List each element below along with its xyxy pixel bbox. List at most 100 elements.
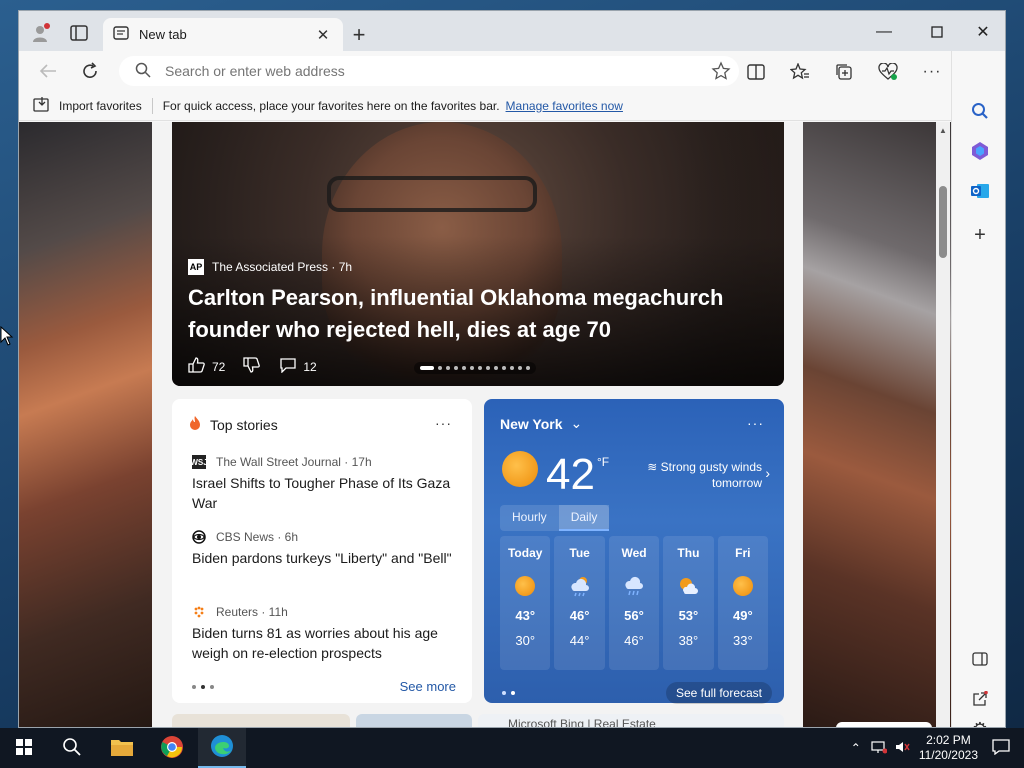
story-headline[interactable]: Biden turns 81 as worries about his age … — [192, 623, 462, 663]
day-name: Thu — [677, 546, 700, 560]
rain-icon — [622, 574, 646, 598]
carousel-dot[interactable] — [470, 366, 474, 370]
maximize-button[interactable] — [914, 17, 960, 47]
news-card-peek[interactable] — [356, 714, 472, 727]
refresh-icon[interactable] — [75, 57, 105, 85]
new-tab-button[interactable]: + — [347, 22, 371, 47]
weather-pager[interactable] — [502, 691, 515, 695]
show-hidden-icons-chevron-icon[interactable]: ⌃ — [851, 741, 861, 755]
new-tab-page-icon — [113, 26, 129, 43]
forecast-day[interactable]: Today 43° 30° — [500, 536, 551, 670]
day-name: Wed — [621, 546, 647, 560]
dislike-button[interactable] — [243, 356, 261, 377]
start-button[interactable] — [0, 728, 48, 768]
tab-hourly[interactable]: Hourly — [500, 505, 559, 531]
settings-more-icon[interactable]: ··· — [919, 59, 945, 85]
manage-favorites-link[interactable]: Manage favorites now — [506, 99, 623, 113]
low-temp: 46° — [624, 633, 644, 648]
scrollbar-thumb[interactable] — [939, 186, 947, 258]
chrome-taskbar-button[interactable] — [148, 728, 196, 768]
carousel-indicator[interactable] — [414, 362, 536, 374]
add-sidebar-app-icon[interactable]: + — [966, 221, 994, 249]
see-more-link[interactable]: See more — [400, 679, 456, 694]
wsj-logo-icon: WSJ — [190, 455, 208, 469]
carousel-dot[interactable] — [478, 366, 482, 370]
edge-taskbar-button[interactable] — [198, 728, 246, 768]
favorites-icon[interactable] — [787, 59, 813, 85]
carousel-dot[interactable] — [494, 366, 498, 370]
search-icon[interactable] — [966, 97, 994, 125]
carousel-dot[interactable] — [502, 366, 506, 370]
tab-new-tab[interactable]: New tab ✕ — [103, 18, 343, 51]
weather-location-dropdown[interactable]: New York ⌄ — [500, 415, 582, 432]
address-input[interactable] — [165, 63, 685, 79]
close-window-button[interactable]: ✕ — [960, 17, 1005, 47]
pager-dot[interactable] — [201, 684, 205, 689]
address-bar[interactable] — [119, 56, 739, 86]
carousel-dot[interactable] — [486, 366, 490, 370]
story-headline[interactable]: Biden pardons turkeys "Liberty" and "Bel… — [192, 548, 462, 568]
story-pager[interactable] — [192, 684, 214, 689]
tab-daily[interactable]: Daily — [558, 505, 610, 531]
like-button[interactable]: 72 — [188, 356, 225, 377]
minimize-button[interactable]: — — [861, 17, 907, 47]
pager-dot[interactable] — [192, 684, 196, 689]
close-tab-icon[interactable]: ✕ — [313, 26, 333, 44]
file-explorer-button[interactable] — [98, 728, 146, 768]
high-temp: 56° — [624, 608, 644, 623]
carousel-dot[interactable] — [454, 366, 458, 370]
volume-muted-icon[interactable] — [895, 740, 911, 757]
microsoft-365-icon[interactable] — [966, 137, 994, 165]
carousel-dot[interactable] — [420, 366, 434, 370]
add-favorite-star-icon[interactable] — [711, 61, 731, 84]
notifications-icon[interactable] — [992, 738, 1010, 758]
pager-dot[interactable] — [502, 691, 506, 695]
background-mountain-right — [803, 122, 951, 727]
temperature-unit[interactable]: °F — [597, 455, 609, 469]
comments-button[interactable]: 12 — [279, 357, 317, 376]
real-estate-card-peek[interactable]: Microsoft Bing | Real Estate — [478, 714, 784, 727]
forecast-day[interactable]: Fri 49° 33° — [717, 536, 769, 670]
tab-actions-icon[interactable] — [65, 19, 93, 47]
hero-story-card[interactable]: AP The Associated Press · 7h Carlton Pea… — [172, 122, 784, 386]
edge-sidebar: + ⚙ — [951, 51, 1005, 727]
story-item[interactable]: CBS News · 6h Biden pardons turkeys "Lib… — [192, 530, 462, 568]
forecast-day[interactable]: Tue 46° 44° — [554, 536, 605, 670]
carousel-dot[interactable] — [446, 366, 450, 370]
see-full-forecast-button[interactable]: See full forecast — [665, 682, 772, 704]
hide-sidebar-icon[interactable] — [966, 645, 994, 673]
pager-dot[interactable] — [511, 691, 515, 695]
outlook-icon[interactable] — [966, 177, 994, 205]
carousel-dot[interactable] — [518, 366, 522, 370]
chevron-right-icon[interactable]: › — [765, 465, 770, 481]
forecast-day[interactable]: Wed 56° 46° — [608, 536, 660, 670]
open-external-icon[interactable] — [966, 685, 994, 713]
browser-essentials-icon[interactable] — [875, 59, 901, 85]
forecast-day[interactable]: Thu 53° 38° — [663, 536, 714, 670]
network-icon[interactable] — [871, 740, 888, 757]
weather-more-icon[interactable]: ··· — [747, 415, 764, 431]
carousel-dot[interactable] — [438, 366, 442, 370]
story-item[interactable]: Reuters · 11h Biden turns 81 as worries … — [192, 605, 462, 663]
import-favorites-button[interactable]: Import favorites — [33, 96, 142, 115]
scroll-up-arrow-icon[interactable]: ▲ — [939, 126, 947, 135]
carousel-dot[interactable] — [462, 366, 466, 370]
taskbar-search-button[interactable] — [48, 728, 96, 768]
story-item[interactable]: WSJ The Wall Street Journal · 17h Israel… — [190, 455, 462, 513]
pager-dot[interactable] — [210, 684, 214, 689]
news-card-peek[interactable] — [172, 714, 350, 727]
back-arrow-icon[interactable] — [33, 57, 63, 85]
taskbar-clock[interactable]: 2:02 PM 11/20/2023 — [919, 733, 978, 763]
weather-alert[interactable]: ≋ Strong gusty winds tomorrow — [632, 459, 762, 491]
hero-headline[interactable]: Carlton Pearson, influential Oklahoma me… — [188, 282, 758, 346]
profile-avatar-icon[interactable] — [27, 19, 55, 47]
story-headline[interactable]: Israel Shifts to Tougher Phase of Its Ga… — [192, 473, 462, 513]
split-screen-icon[interactable] — [743, 59, 769, 85]
carousel-dot[interactable] — [526, 366, 530, 370]
carousel-dot[interactable] — [510, 366, 514, 370]
top-stories-more-icon[interactable]: ··· — [435, 415, 452, 431]
current-weather: 42 °F — [502, 451, 609, 499]
page-scrollbar[interactable]: ▲ — [936, 122, 950, 727]
sidebar-settings-gear-icon[interactable]: ⚙ — [966, 721, 994, 727]
collections-icon[interactable] — [831, 59, 857, 85]
